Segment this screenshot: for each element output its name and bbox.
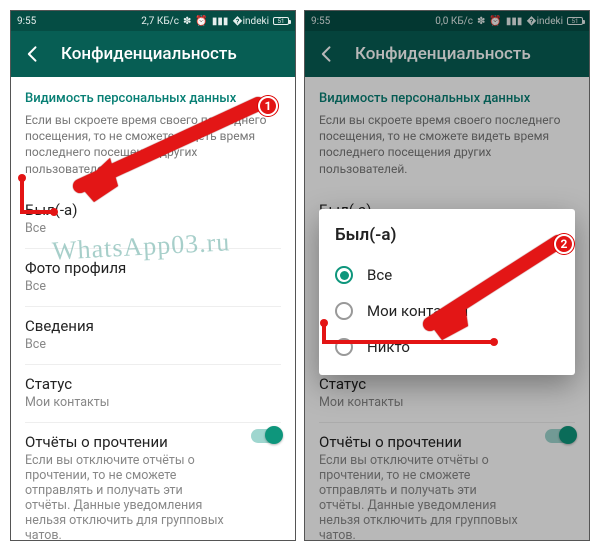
battery-level: 51 xyxy=(567,17,583,25)
option-label: Никто xyxy=(367,338,410,356)
option-label: Мои контакты xyxy=(367,302,468,320)
signal-icon: ▮▮▮ xyxy=(506,16,523,27)
last-seen-dialog: Был(-а) Все Мои контакты Никто xyxy=(319,209,575,375)
bluetooth-icon: ✽ xyxy=(477,16,485,27)
item-status[interactable]: Статус Мои контакты xyxy=(25,365,281,423)
read-receipts-toggle[interactable] xyxy=(545,429,575,443)
item-status-title: Статус xyxy=(25,375,281,393)
item-about-title: Сведения xyxy=(25,317,281,335)
status-time: 9:55 xyxy=(17,16,36,27)
phone-left: 9:55 2,7 КБ/с ✽ ⏰ ▮▮▮ �indeki 51 Конфиде… xyxy=(10,10,296,541)
radio-icon xyxy=(335,338,353,356)
back-icon[interactable] xyxy=(317,44,337,64)
read-receipts-toggle[interactable] xyxy=(251,429,281,443)
option-nobody[interactable]: Никто xyxy=(335,329,559,365)
battery-indicator: 51 xyxy=(273,17,289,25)
status-bar: 9:55 0,0 КБ/с ✽ ⏰ ▮▮▮ �indeki 51 xyxy=(305,11,589,31)
status-bar: 9:55 2,7 КБ/с ✽ ⏰ ▮▮▮ �indeki 51 xyxy=(11,11,295,31)
back-icon[interactable] xyxy=(23,44,43,64)
wifi-icon: �indeki xyxy=(232,16,269,27)
status-net: 0,0 КБ/с xyxy=(435,16,473,27)
app-header: Конфиденциальность xyxy=(11,31,295,77)
radio-icon xyxy=(335,302,353,320)
radio-icon xyxy=(335,266,353,284)
header-title: Конфиденциальность xyxy=(61,44,237,64)
alarm-icon: ⏰ xyxy=(489,16,501,27)
option-contacts[interactable]: Мои контакты xyxy=(335,293,559,329)
section-title: Видимость персональных данных xyxy=(25,91,281,106)
item-read-sub: Если вы отключите отчёты о прочтении, то… xyxy=(319,453,519,540)
alarm-icon: ⏰ xyxy=(195,16,207,27)
item-status-sub: Мои контакты xyxy=(319,395,575,410)
item-last-seen-sub: Все xyxy=(25,221,281,236)
wifi-icon: �indeki xyxy=(526,16,563,27)
app-header: Конфиденциальность xyxy=(305,31,589,77)
battery-level: 51 xyxy=(273,17,289,25)
item-read-title: Отчёты о прочтении xyxy=(319,433,575,451)
item-status-title: Статус xyxy=(319,375,575,393)
option-label: Все xyxy=(367,266,392,284)
header-title: Конфиденциальность xyxy=(355,44,531,64)
signal-icon: ▮▮▮ xyxy=(212,16,229,27)
status-time: 9:55 xyxy=(311,16,330,27)
status-indicators: 0,0 КБ/с ✽ ⏰ ▮▮▮ �indeki 51 xyxy=(435,16,583,27)
section-desc: Если вы скроете время своего последнего … xyxy=(25,112,281,177)
item-read-title: Отчёты о прочтении xyxy=(25,433,281,451)
battery-indicator: 51 xyxy=(567,17,583,25)
item-read-receipts[interactable]: Отчёты о прочтении Если вы отключите отч… xyxy=(319,423,575,540)
section-desc: Если вы скроете время своего последнего … xyxy=(319,112,575,177)
item-last-seen[interactable]: Был(-а) Все xyxy=(25,191,281,249)
settings-content: Видимость персональных данных Если вы ск… xyxy=(11,77,295,540)
status-indicators: 2,7 КБ/с ✽ ⏰ ▮▮▮ �indeki 51 xyxy=(141,16,289,27)
item-about[interactable]: Сведения Все xyxy=(25,307,281,365)
status-net: 2,7 КБ/с xyxy=(141,16,179,27)
item-photo[interactable]: Фото профиля Все xyxy=(25,249,281,307)
item-read-sub: Если вы отключите отчёты о прочтении, то… xyxy=(25,453,225,540)
item-about-sub: Все xyxy=(25,337,281,352)
item-status-sub: Мои контакты xyxy=(25,395,281,410)
bluetooth-icon: ✽ xyxy=(183,16,191,27)
item-read-receipts[interactable]: Отчёты о прочтении Если вы отключите отч… xyxy=(25,423,281,540)
section-title: Видимость персональных данных xyxy=(319,91,575,106)
phone-right: 9:55 0,0 КБ/с ✽ ⏰ ▮▮▮ �indeki 51 Конфиде… xyxy=(304,10,590,541)
item-photo-title: Фото профиля xyxy=(25,259,281,277)
option-everyone[interactable]: Все xyxy=(335,257,559,293)
dialog-title: Был(-а) xyxy=(335,225,559,245)
item-photo-sub: Все xyxy=(25,279,281,294)
item-last-seen-title: Был(-а) xyxy=(25,201,281,219)
